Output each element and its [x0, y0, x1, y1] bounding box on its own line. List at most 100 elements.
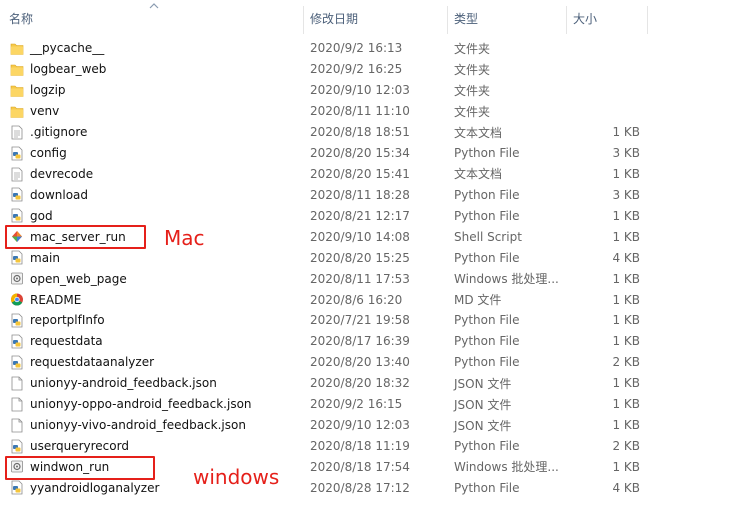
file-type: Python File	[454, 355, 520, 370]
file-row[interactable]: __pycache__ 2020/9/2 16:13 文件夹	[0, 38, 751, 59]
file-row[interactable]: unionyy-oppo-android_feedback.json 2020/9…	[0, 394, 751, 415]
file-row[interactable]: devrecode 2020/8/20 15:41 文本文档 1 KB	[0, 164, 751, 185]
file-row[interactable]: logbear_web 2020/9/2 16:25 文件夹	[0, 59, 751, 80]
file-row[interactable]: venv 2020/8/11 11:10 文件夹	[0, 101, 751, 122]
file-type: Windows 批处理...	[454, 460, 559, 475]
file-type: Python File	[454, 146, 520, 161]
file-modified-date: 2020/8/21 12:17	[310, 208, 410, 223]
file-type: JSON 文件	[454, 397, 512, 412]
file-row[interactable]: requestdataanalyzer 2020/8/20 13:40 Python…	[0, 352, 751, 373]
file-modified-date: 2020/9/10 12:03	[310, 83, 410, 98]
file-size: 3 KB	[612, 187, 640, 202]
file-size: 2 KB	[612, 355, 640, 370]
folder-icon	[10, 104, 24, 119]
file-modified-date: 2020/9/2 16:13	[310, 41, 403, 56]
file-size: 1 KB	[612, 208, 640, 223]
file-modified-date: 2020/9/2 16:15	[310, 397, 403, 412]
file-row[interactable]: god 2020/8/21 12:17 Python File 1 KB	[0, 205, 751, 226]
file-modified-date: 2020/9/10 12:03	[310, 418, 410, 433]
column-divider[interactable]	[647, 6, 648, 34]
file-type: Python File	[454, 187, 520, 202]
file-type: 文件夹	[454, 83, 491, 98]
file-size	[570, 80, 640, 101]
column-divider[interactable]	[447, 6, 448, 34]
file-name: requestdata	[30, 334, 103, 349]
python-file-icon	[10, 334, 24, 349]
file-size: 4 KB	[612, 480, 640, 495]
file-name: unionyy-android_feedback.json	[30, 376, 217, 391]
column-header-type[interactable]: 类型	[454, 0, 478, 36]
column-divider[interactable]	[566, 6, 567, 34]
text-file-icon	[10, 125, 24, 140]
file-size: 1 KB	[612, 376, 640, 391]
annotation-label-windows: windows	[193, 465, 280, 489]
file-modified-date: 2020/8/6 16:20	[310, 292, 403, 307]
file-name: god	[30, 208, 53, 223]
file-size: 2 KB	[612, 438, 640, 453]
file-modified-date: 2020/8/11 18:28	[310, 187, 410, 202]
file-row[interactable]: requestdata 2020/8/17 16:39 Python File 1 K…	[0, 331, 751, 352]
file-name: reportplfInfo	[30, 313, 105, 328]
file-name: main	[30, 250, 60, 265]
file-row[interactable]: open_web_page 2020/8/11 17:53 Windows 批处理.…	[0, 268, 751, 289]
blank-file-icon	[10, 418, 24, 433]
file-type: Shell Script	[454, 229, 522, 244]
file-row[interactable]: unionyy-vivo-android_feedback.json 2020/9…	[0, 415, 751, 436]
file-type: 文件夹	[454, 62, 491, 77]
file-name: unionyy-vivo-android_feedback.json	[30, 418, 246, 433]
file-type: 文本文档	[454, 125, 503, 140]
file-modified-date: 2020/8/20 15:34	[310, 146, 410, 161]
file-size	[570, 101, 640, 122]
column-header-size[interactable]: 大小	[573, 0, 597, 36]
file-name: open_web_page	[30, 271, 127, 286]
file-row[interactable]: README 2020/8/6 16:20 MD 文件 1 KB	[0, 289, 751, 310]
python-file-icon	[10, 250, 24, 265]
file-list: __pycache__ 2020/9/2 16:13 文件夹 logbear_web 2…	[0, 38, 751, 498]
file-name: userqueryrecord	[30, 438, 129, 453]
file-modified-date: 2020/8/17 16:39	[310, 334, 410, 349]
file-name: download	[30, 187, 89, 202]
file-size	[570, 38, 640, 59]
file-row[interactable]: yyandroidloganalyzer 2020/8/28 17:12 Pytho…	[0, 477, 751, 498]
file-row[interactable]: config 2020/8/20 15:34 Python File 3 KB	[0, 143, 751, 164]
file-name: requestdataanalyzer	[30, 355, 155, 370]
file-type: Python File	[454, 334, 520, 349]
python-file-icon	[10, 313, 24, 328]
column-header-name[interactable]: 名称	[9, 0, 33, 36]
file-type: JSON 文件	[454, 418, 512, 433]
column-header-bar: 名称 修改日期 类型 大小	[0, 0, 751, 36]
file-row[interactable]: userqueryrecord 2020/8/18 11:19 Python Fil…	[0, 436, 751, 457]
file-modified-date: 2020/9/2 16:25	[310, 62, 403, 77]
annotation-box-windows	[5, 456, 155, 480]
file-modified-date: 2020/8/20 13:40	[310, 355, 410, 370]
folder-icon	[10, 41, 24, 56]
file-modified-date: 2020/8/20 15:25	[310, 250, 410, 265]
file-type: 文件夹	[454, 41, 491, 56]
annotation-box-mac	[5, 225, 146, 249]
file-name: unionyy-oppo-android_feedback.json	[30, 397, 252, 412]
file-row[interactable]: download 2020/8/11 18:28 Python File 3 KB	[0, 184, 751, 205]
text-file-icon	[10, 167, 24, 182]
column-divider[interactable]	[303, 6, 304, 34]
file-type: Python File	[454, 208, 520, 223]
file-name: devrecode	[30, 166, 94, 181]
column-header-date[interactable]: 修改日期	[310, 0, 358, 36]
file-size: 1 KB	[612, 459, 640, 474]
python-file-icon	[10, 480, 24, 495]
file-row[interactable]: reportplfInfo 2020/7/21 19:58 Python File 1…	[0, 310, 751, 331]
file-type: 文本文档	[454, 167, 503, 182]
file-type: Windows 批处理...	[454, 272, 559, 287]
file-modified-date: 2020/8/20 15:41	[310, 166, 410, 181]
file-modified-date: 2020/8/11 17:53	[310, 271, 410, 286]
file-row[interactable]: unionyy-android_feedback.json 2020/8/20 1…	[0, 373, 751, 394]
file-row[interactable]: .gitignore 2020/8/18 18:51 文本文档 1 KB	[0, 122, 751, 143]
file-size: 1 KB	[612, 229, 640, 244]
file-modified-date: 2020/8/18 18:51	[310, 125, 410, 140]
file-name: .gitignore	[30, 125, 88, 140]
blank-file-icon	[10, 397, 24, 412]
file-name: venv	[30, 104, 60, 119]
file-type: Python File	[454, 480, 520, 495]
file-row[interactable]: main 2020/8/20 15:25 Python File 4 KB	[0, 247, 751, 268]
blank-file-icon	[10, 376, 24, 391]
file-row[interactable]: logzip 2020/9/10 12:03 文件夹	[0, 80, 751, 101]
